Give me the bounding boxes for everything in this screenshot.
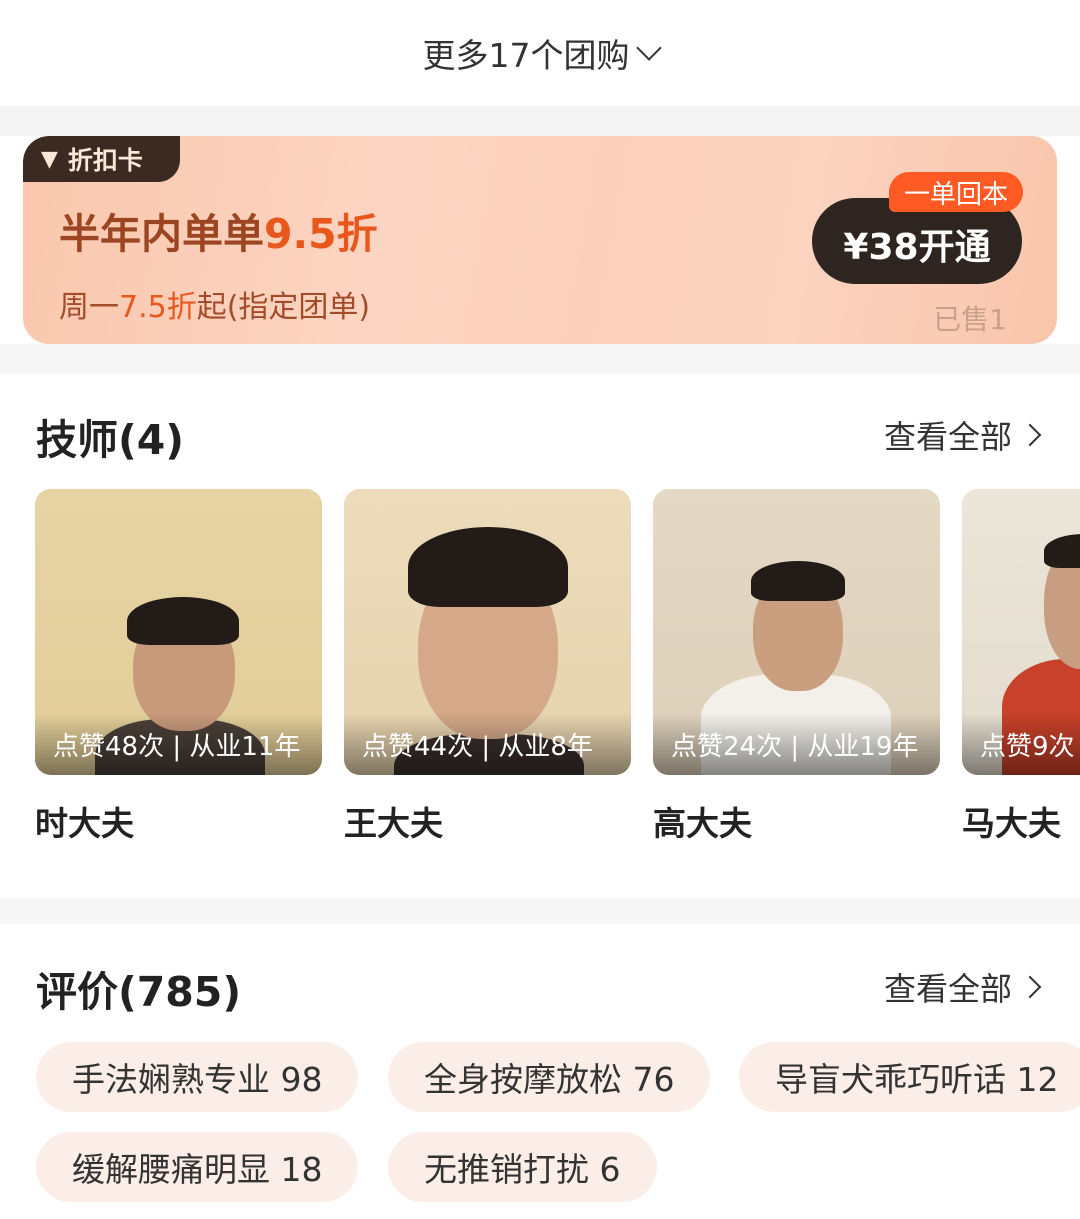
- technicians-title: 技师(4): [36, 416, 185, 464]
- reviews-see-all[interactable]: 查看全部: [884, 964, 1042, 1010]
- technician-photo: 点赞9次: [962, 489, 1080, 775]
- review-tag-list: 手法娴熟专业 98 全身按摩放松 76 导盲犬乖巧听话 12 缓解腰痛明显 18…: [36, 1042, 1080, 1219]
- discount-card-tag: ▼ 折扣卡: [23, 136, 180, 182]
- technician-list: 点赞48次 | 从业11年 时大夫 点赞44次 | 从业8年 王大夫 点赞24次…: [35, 489, 1080, 849]
- technician-stats: 点赞24次 | 从业19年: [653, 713, 940, 775]
- review-tag[interactable]: 导盲犬乖巧听话 12: [739, 1042, 1080, 1112]
- technician-card[interactable]: 点赞9次 马大夫: [962, 489, 1080, 845]
- review-tag[interactable]: 手法娴熟专业 98: [36, 1042, 359, 1112]
- technician-name: 马大夫: [962, 804, 1061, 843]
- technician-card[interactable]: 点赞44次 | 从业8年 王大夫: [344, 489, 631, 845]
- discount-subtitle: 周一7.5折起(指定团单): [59, 290, 371, 325]
- more-groupbuy-label: 更多17个团购: [422, 36, 630, 75]
- chevron-right-icon: [1018, 975, 1042, 999]
- more-groupbuy-toggle[interactable]: 更多17个团购: [0, 0, 1080, 106]
- technician-stats: 点赞9次: [962, 713, 1080, 775]
- technician-name: 王大夫: [344, 804, 443, 843]
- section-divider: [0, 898, 1080, 924]
- v-badge-icon: ▼: [41, 146, 58, 172]
- technician-photo: 点赞44次 | 从业8年: [344, 489, 631, 775]
- review-tag[interactable]: 无推销打扰 6: [388, 1132, 657, 1202]
- review-tag[interactable]: 缓解腰痛明显 18: [36, 1132, 359, 1202]
- technician-name: 高大夫: [653, 804, 752, 843]
- sold-count: 已售1: [933, 303, 1007, 336]
- reviews-title: 评价(785): [36, 968, 242, 1016]
- chevron-down-icon: [635, 35, 662, 61]
- technician-photo: 点赞24次 | 从业19年: [653, 489, 940, 775]
- technician-stats: 点赞48次 | 从业11年: [35, 713, 322, 775]
- discount-card[interactable]: ▼ 折扣卡 半年内单单9.5折 周一7.5折起(指定团单) 一单回本 ¥38开通…: [23, 136, 1057, 344]
- technician-stats: 点赞44次 | 从业8年: [344, 713, 631, 775]
- discount-headline: 半年内单单9.5折: [59, 210, 378, 258]
- payback-badge: 一单回本: [889, 172, 1023, 212]
- section-divider: [0, 344, 1080, 374]
- chevron-right-icon: [1018, 423, 1042, 447]
- section-divider: [0, 106, 1080, 136]
- review-tag[interactable]: 全身按摩放松 76: [388, 1042, 711, 1112]
- technician-card[interactable]: 点赞48次 | 从业11年 时大夫: [35, 489, 322, 845]
- technician-photo: 点赞48次 | 从业11年: [35, 489, 322, 775]
- technician-name: 时大夫: [35, 804, 134, 843]
- technicians-see-all[interactable]: 查看全部: [884, 412, 1042, 458]
- technician-card[interactable]: 点赞24次 | 从业19年 高大夫: [653, 489, 940, 845]
